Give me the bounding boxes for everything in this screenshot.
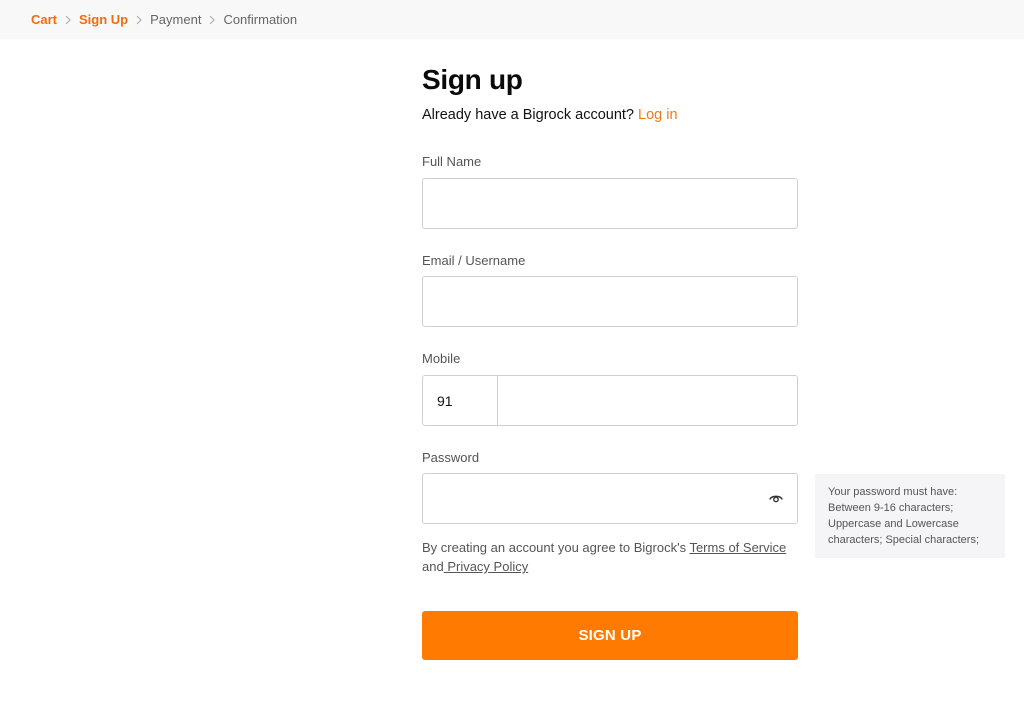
email-input[interactable] [422, 276, 798, 327]
breadcrumb-item-cart[interactable]: Cart [31, 12, 57, 27]
terms-and: and [422, 559, 444, 574]
password-input[interactable] [422, 473, 798, 524]
mobile-input[interactable] [498, 376, 797, 425]
password-hint: Your password must have: Between 9-16 ch… [815, 474, 1005, 558]
breadcrumb-item-sign-up[interactable]: Sign Up [79, 12, 128, 27]
privacy-policy-link[interactable]: Privacy Policy [444, 559, 528, 574]
login-link[interactable]: Log in [638, 107, 678, 123]
terms-of-service-link[interactable]: Terms of Service [689, 540, 786, 555]
sign-up-button[interactable]: SIGN UP [422, 611, 798, 660]
signup-form: Sign up Already have a Bigrock account? … [422, 62, 798, 660]
password-label: Password [422, 450, 480, 465]
mobile-field: 91 [422, 375, 798, 426]
breadcrumb: Cart Sign Up Payment Confirmation [0, 0, 1024, 39]
chevron-right-icon [201, 13, 223, 27]
mobile-label: Mobile [422, 351, 461, 366]
breadcrumb-item-confirmation[interactable]: Confirmation [223, 12, 297, 27]
password-hint-line: Uppercase and Lowercase characters; Spec… [828, 518, 980, 546]
chevron-right-icon [57, 13, 79, 27]
full-name-label: Full Name [422, 154, 482, 169]
terms-prefix: By creating an account you agree to Bigr… [422, 540, 690, 555]
password-hint-line: Your password must have: [828, 486, 958, 498]
terms-text: By creating an account you agree to Bigr… [422, 538, 798, 576]
email-label: Email / Username [422, 253, 526, 268]
password-hint-line: Between 9-16 characters; [828, 502, 954, 514]
login-prompt: Already have a Bigrock account? Log in [422, 105, 798, 125]
full-name-input[interactable] [422, 178, 798, 229]
eye-icon[interactable] [768, 490, 784, 506]
password-field [422, 473, 798, 524]
login-prompt-text: Already have a Bigrock account? [422, 107, 634, 123]
breadcrumb-item-payment[interactable]: Payment [150, 12, 201, 27]
page-title: Sign up [422, 64, 523, 95]
chevron-right-icon [128, 13, 150, 27]
country-code-field[interactable]: 91 [423, 376, 498, 425]
